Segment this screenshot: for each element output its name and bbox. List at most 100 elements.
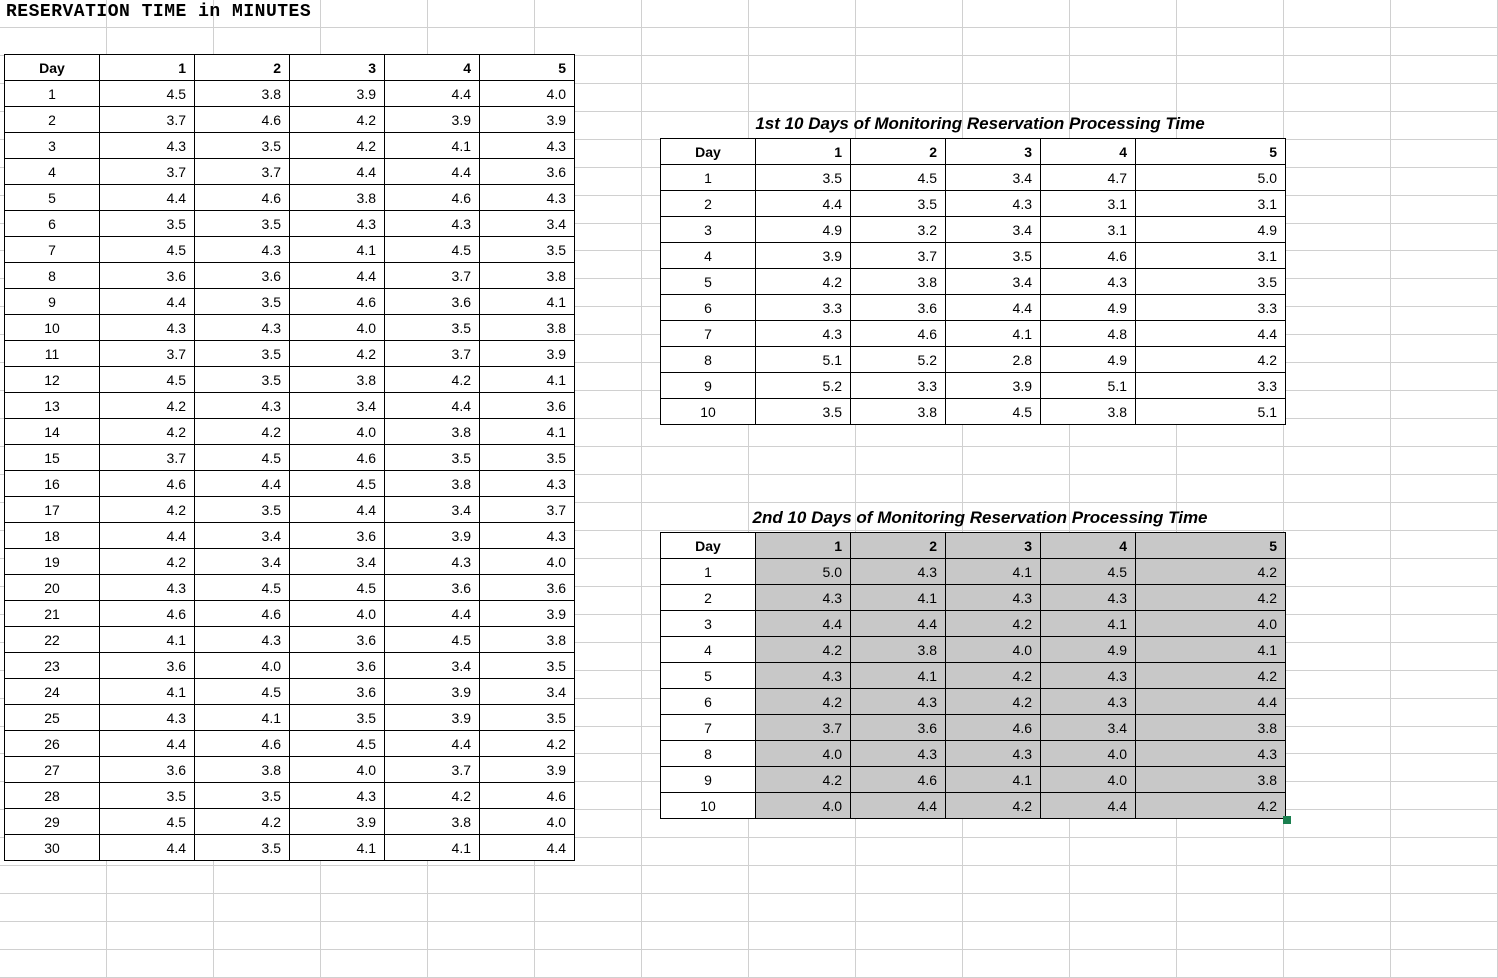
value-cell[interactable]: 4.2 <box>290 341 385 367</box>
value-cell[interactable]: 3.9 <box>290 81 385 107</box>
value-cell[interactable]: 4.4 <box>756 191 851 217</box>
day-cell[interactable]: 5 <box>5 185 100 211</box>
value-cell[interactable]: 4.6 <box>290 289 385 315</box>
value-cell[interactable]: 3.9 <box>385 523 480 549</box>
value-cell[interactable]: 3.4 <box>385 653 480 679</box>
value-cell[interactable]: 3.6 <box>290 523 385 549</box>
value-cell[interactable]: 3.6 <box>195 263 290 289</box>
day-cell[interactable]: 20 <box>5 575 100 601</box>
value-cell[interactable]: 4.3 <box>756 663 851 689</box>
value-cell[interactable]: 3.4 <box>290 393 385 419</box>
value-cell[interactable]: 4.5 <box>290 575 385 601</box>
day-cell[interactable]: 13 <box>5 393 100 419</box>
value-cell[interactable]: 4.4 <box>946 295 1041 321</box>
col-3[interactable]: 3 <box>290 55 385 81</box>
value-cell[interactable]: 3.8 <box>385 419 480 445</box>
value-cell[interactable]: 3.5 <box>195 367 290 393</box>
day-cell[interactable]: 16 <box>5 471 100 497</box>
day-cell[interactable]: 6 <box>661 295 756 321</box>
value-cell[interactable]: 4.1 <box>290 835 385 861</box>
day-cell[interactable]: 9 <box>661 373 756 399</box>
value-cell[interactable]: 3.8 <box>290 367 385 393</box>
value-cell[interactable]: 4.9 <box>1136 217 1286 243</box>
day-cell[interactable]: 22 <box>5 627 100 653</box>
value-cell[interactable]: 4.9 <box>1041 637 1136 663</box>
value-cell[interactable]: 4.9 <box>1041 295 1136 321</box>
value-cell[interactable]: 5.2 <box>756 373 851 399</box>
value-cell[interactable]: 4.3 <box>100 133 195 159</box>
value-cell[interactable]: 4.3 <box>1041 663 1136 689</box>
value-cell[interactable]: 3.5 <box>290 705 385 731</box>
value-cell[interactable]: 3.7 <box>851 243 946 269</box>
value-cell[interactable]: 3.5 <box>756 399 851 425</box>
value-cell[interactable]: 4.5 <box>195 445 290 471</box>
value-cell[interactable]: 3.7 <box>756 715 851 741</box>
value-cell[interactable]: 4.0 <box>1041 741 1136 767</box>
value-cell[interactable]: 4.7 <box>1041 165 1136 191</box>
value-cell[interactable]: 3.6 <box>290 679 385 705</box>
value-cell[interactable]: 3.7 <box>100 341 195 367</box>
value-cell[interactable]: 3.6 <box>851 295 946 321</box>
value-cell[interactable]: 4.1 <box>946 559 1041 585</box>
value-cell[interactable]: 4.5 <box>290 731 385 757</box>
value-cell[interactable]: 3.5 <box>195 497 290 523</box>
value-cell[interactable]: 3.1 <box>1041 217 1136 243</box>
col-2[interactable]: 2 <box>851 533 946 559</box>
value-cell[interactable]: 3.3 <box>756 295 851 321</box>
value-cell[interactable]: 4.5 <box>100 809 195 835</box>
value-cell[interactable]: 3.9 <box>480 341 575 367</box>
day-cell[interactable]: 8 <box>5 263 100 289</box>
value-cell[interactable]: 3.6 <box>290 653 385 679</box>
day-cell[interactable]: 6 <box>5 211 100 237</box>
value-cell[interactable]: 3.6 <box>480 575 575 601</box>
value-cell[interactable]: 4.3 <box>851 559 946 585</box>
col-2[interactable]: 2 <box>195 55 290 81</box>
value-cell[interactable]: 3.3 <box>1136 295 1286 321</box>
value-cell[interactable]: 3.3 <box>1136 373 1286 399</box>
day-cell[interactable]: 1 <box>5 81 100 107</box>
value-cell[interactable]: 4.5 <box>946 399 1041 425</box>
day-cell[interactable]: 8 <box>661 741 756 767</box>
value-cell[interactable]: 4.5 <box>195 575 290 601</box>
value-cell[interactable]: 3.6 <box>100 757 195 783</box>
value-cell[interactable]: 4.1 <box>851 585 946 611</box>
value-cell[interactable]: 4.1 <box>480 419 575 445</box>
value-cell[interactable]: 4.3 <box>946 741 1041 767</box>
value-cell[interactable]: 4.3 <box>195 237 290 263</box>
value-cell[interactable]: 4.5 <box>385 627 480 653</box>
value-cell[interactable]: 4.0 <box>290 315 385 341</box>
value-cell[interactable]: 3.8 <box>385 471 480 497</box>
value-cell[interactable]: 3.7 <box>385 757 480 783</box>
day-cell[interactable]: 10 <box>661 399 756 425</box>
value-cell[interactable]: 3.1 <box>1041 191 1136 217</box>
value-cell[interactable]: 4.4 <box>851 611 946 637</box>
col-5[interactable]: 5 <box>1136 139 1286 165</box>
value-cell[interactable]: 3.1 <box>1136 191 1286 217</box>
day-cell[interactable]: 7 <box>5 237 100 263</box>
value-cell[interactable]: 4.1 <box>480 289 575 315</box>
value-cell[interactable]: 3.5 <box>756 165 851 191</box>
value-cell[interactable]: 4.0 <box>290 419 385 445</box>
value-cell[interactable]: 4.0 <box>480 549 575 575</box>
day-cell[interactable]: 4 <box>5 159 100 185</box>
value-cell[interactable]: 4.2 <box>100 549 195 575</box>
value-cell[interactable]: 4.0 <box>290 601 385 627</box>
day-cell[interactable]: 7 <box>661 321 756 347</box>
day-cell[interactable]: 21 <box>5 601 100 627</box>
value-cell[interactable]: 4.4 <box>1041 793 1136 819</box>
col-4[interactable]: 4 <box>1041 533 1136 559</box>
value-cell[interactable]: 4.2 <box>946 793 1041 819</box>
value-cell[interactable]: 5.1 <box>1041 373 1136 399</box>
value-cell[interactable]: 3.6 <box>480 159 575 185</box>
value-cell[interactable]: 4.4 <box>195 471 290 497</box>
value-cell[interactable]: 3.4 <box>195 549 290 575</box>
value-cell[interactable]: 3.6 <box>385 575 480 601</box>
value-cell[interactable]: 4.3 <box>385 211 480 237</box>
day-cell[interactable]: 5 <box>661 663 756 689</box>
col-4[interactable]: 4 <box>385 55 480 81</box>
value-cell[interactable]: 4.4 <box>385 81 480 107</box>
value-cell[interactable]: 4.3 <box>756 585 851 611</box>
value-cell[interactable]: 3.3 <box>851 373 946 399</box>
value-cell[interactable]: 3.6 <box>290 627 385 653</box>
value-cell[interactable]: 3.8 <box>195 81 290 107</box>
